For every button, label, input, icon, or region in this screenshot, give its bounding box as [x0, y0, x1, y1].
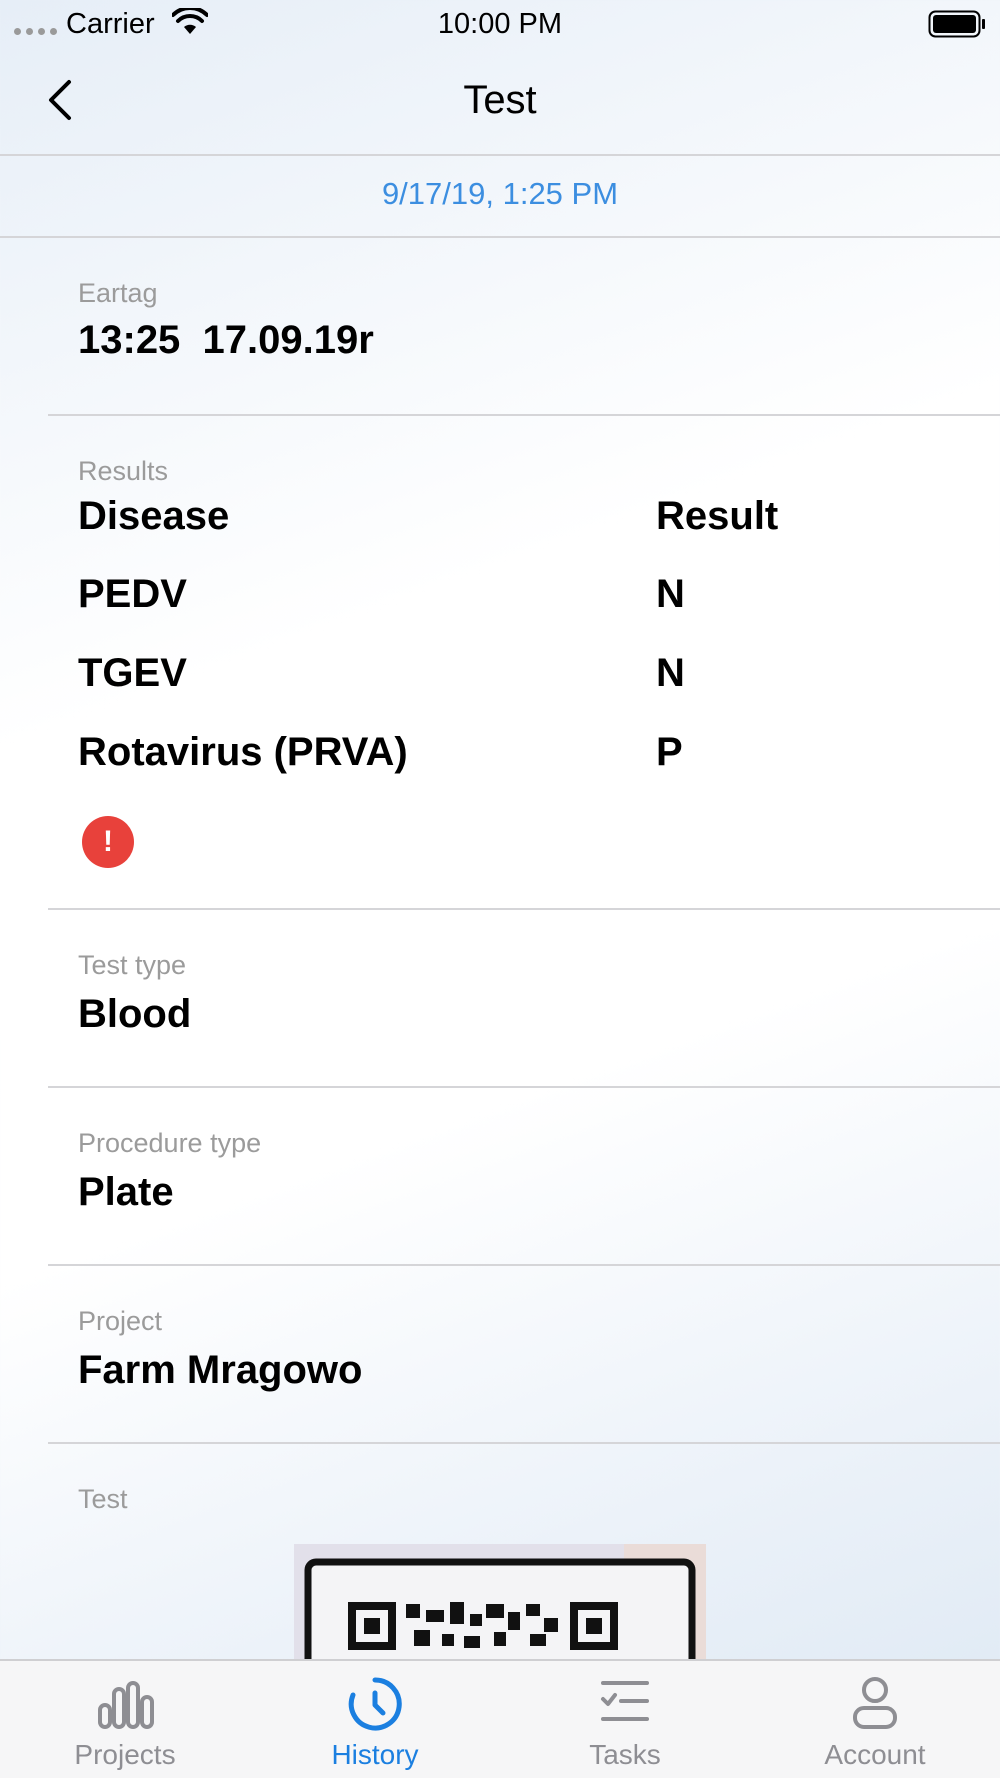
disease-result: P	[656, 730, 683, 774]
date-header: 9/17/19, 1:25 PM	[0, 156, 1000, 238]
results-section: Results Disease Result PEDV N TGEV N Rot…	[48, 416, 1000, 910]
test-photo[interactable]	[294, 1544, 706, 1660]
project-section: Project Farm Mragowo	[48, 1266, 1000, 1444]
test-section: Test	[48, 1444, 1000, 1660]
procedure-type-label: Procedure type	[78, 1128, 262, 1158]
page-title: Test	[463, 78, 537, 122]
tab-projects[interactable]: Projects	[0, 1661, 250, 1778]
person-icon	[750, 1675, 1000, 1733]
test-type-value: Blood	[78, 992, 192, 1036]
status-time: 10:00 PM	[437, 8, 563, 40]
result-column-header: Result	[656, 494, 779, 538]
disease-result: N	[656, 572, 685, 616]
test-type-label: Test type	[78, 950, 187, 980]
project-label: Project	[78, 1306, 163, 1336]
procedure-type-value: Plate	[78, 1170, 174, 1214]
navigation-bar: Test	[0, 48, 1000, 156]
test-label: Test	[78, 1484, 128, 1514]
tab-history[interactable]: History	[250, 1661, 500, 1778]
clock-icon	[250, 1675, 500, 1733]
disease-name: TGEV	[78, 651, 187, 695]
tab-bar: Projects History Tasks Account	[0, 1659, 1000, 1778]
bar-chart-icon	[0, 1675, 250, 1733]
tab-account[interactable]: Account	[750, 1661, 1000, 1778]
eartag-value: 13:25 17.09.19r	[78, 318, 374, 362]
disease-name: PEDV	[78, 572, 187, 616]
tab-projects-label: Projects	[74, 1739, 176, 1770]
results-label: Results	[78, 456, 169, 486]
project-value: Farm Mragowo	[78, 1348, 363, 1392]
eartag-section: Eartag 13:25 17.09.19r	[48, 238, 1000, 416]
test-type-section: Test type Blood	[48, 910, 1000, 1088]
disease-column-header: Disease	[78, 494, 230, 538]
tab-history-label: History	[331, 1739, 419, 1770]
disease-result: N	[656, 651, 685, 695]
tab-tasks[interactable]: Tasks	[500, 1661, 750, 1778]
eartag-label: Eartag	[78, 278, 158, 308]
status-bar: Carrier 10:00 PM	[0, 0, 1000, 48]
checklist-icon	[500, 1675, 750, 1733]
procedure-type-section: Procedure type Plate	[48, 1088, 1000, 1266]
disease-name: Rotavirus (PRVA)	[78, 730, 408, 774]
tab-account-label: Account	[824, 1739, 926, 1770]
tab-tasks-label: Tasks	[589, 1739, 661, 1770]
battery-icon	[928, 10, 986, 43]
alert-icon[interactable]: !	[82, 816, 134, 868]
